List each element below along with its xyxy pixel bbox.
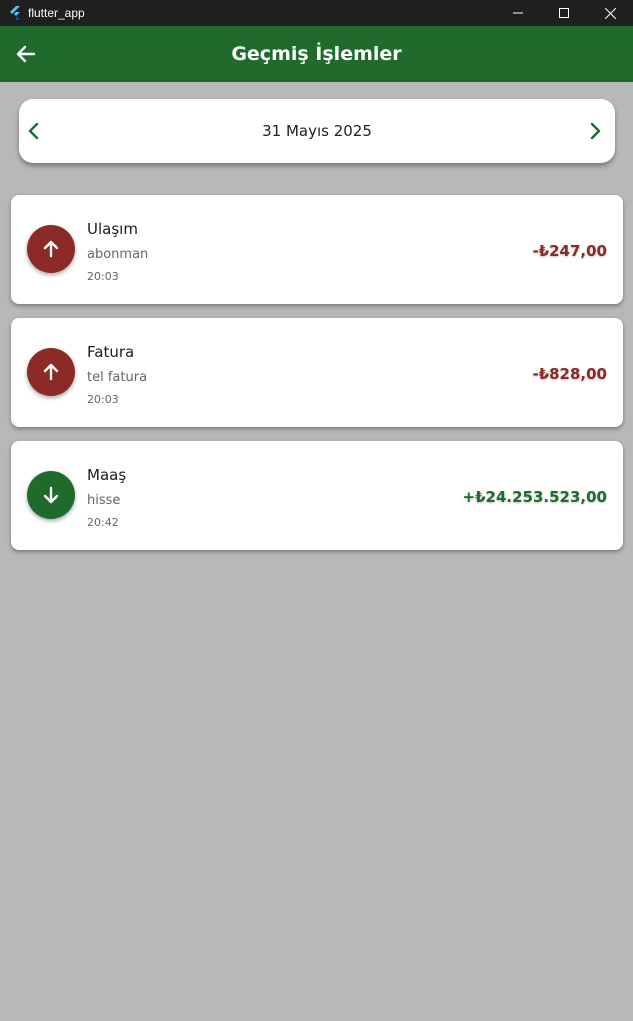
income-indicator xyxy=(27,471,75,519)
selected-date: 31 Mayıs 2025 xyxy=(262,122,372,140)
chevron-right-icon xyxy=(590,122,601,140)
transaction-description: abonman xyxy=(87,247,149,262)
transaction-description: hisse xyxy=(87,493,121,508)
transaction-time: 20:42 xyxy=(87,516,119,529)
close-icon xyxy=(604,7,616,19)
minimize-icon xyxy=(513,12,523,14)
maximize-button[interactable] xyxy=(541,0,587,26)
date-selector: 31 Mayıs 2025 xyxy=(19,99,615,163)
page-title: Geçmiş İşlemler xyxy=(231,43,402,65)
transaction-description: tel fatura xyxy=(87,370,148,385)
minimize-button[interactable] xyxy=(495,0,541,26)
transaction-title: Ulaşım xyxy=(87,220,138,238)
window-title: flutter_app xyxy=(28,6,85,20)
arrow-down-icon xyxy=(43,486,59,504)
flutter-logo-icon xyxy=(10,6,20,20)
transaction-card[interactable]: Fatura tel fatura 20:03 -₺828,00 xyxy=(11,318,623,427)
expense-indicator xyxy=(27,225,75,273)
next-day-button[interactable] xyxy=(583,119,607,143)
transaction-amount: -₺828,00 xyxy=(532,365,607,383)
transaction-card[interactable]: Ulaşım abonman 20:03 -₺247,00 xyxy=(11,195,623,304)
transaction-amount: +₺24.253.523,00 xyxy=(462,488,607,506)
transaction-time: 20:03 xyxy=(87,393,119,406)
chevron-left-icon xyxy=(28,122,39,140)
maximize-icon xyxy=(559,8,569,18)
previous-day-button[interactable] xyxy=(22,119,46,143)
expense-indicator xyxy=(27,348,75,396)
transaction-amount: -₺247,00 xyxy=(532,242,607,260)
arrow-up-icon xyxy=(43,363,59,381)
arrow-up-icon xyxy=(43,240,59,258)
arrow-left-icon xyxy=(16,45,36,63)
transaction-card[interactable]: Maaş hisse 20:42 +₺24.253.523,00 xyxy=(11,441,623,550)
close-button[interactable] xyxy=(587,0,633,26)
transaction-title: Fatura xyxy=(87,343,135,361)
window-titlebar: flutter_app xyxy=(0,0,633,26)
window-controls xyxy=(495,0,633,26)
transaction-time: 20:03 xyxy=(87,270,119,283)
transaction-title: Maaş xyxy=(87,466,127,484)
app-bar: Geçmiş İşlemler xyxy=(0,26,633,82)
back-button[interactable] xyxy=(14,42,38,66)
